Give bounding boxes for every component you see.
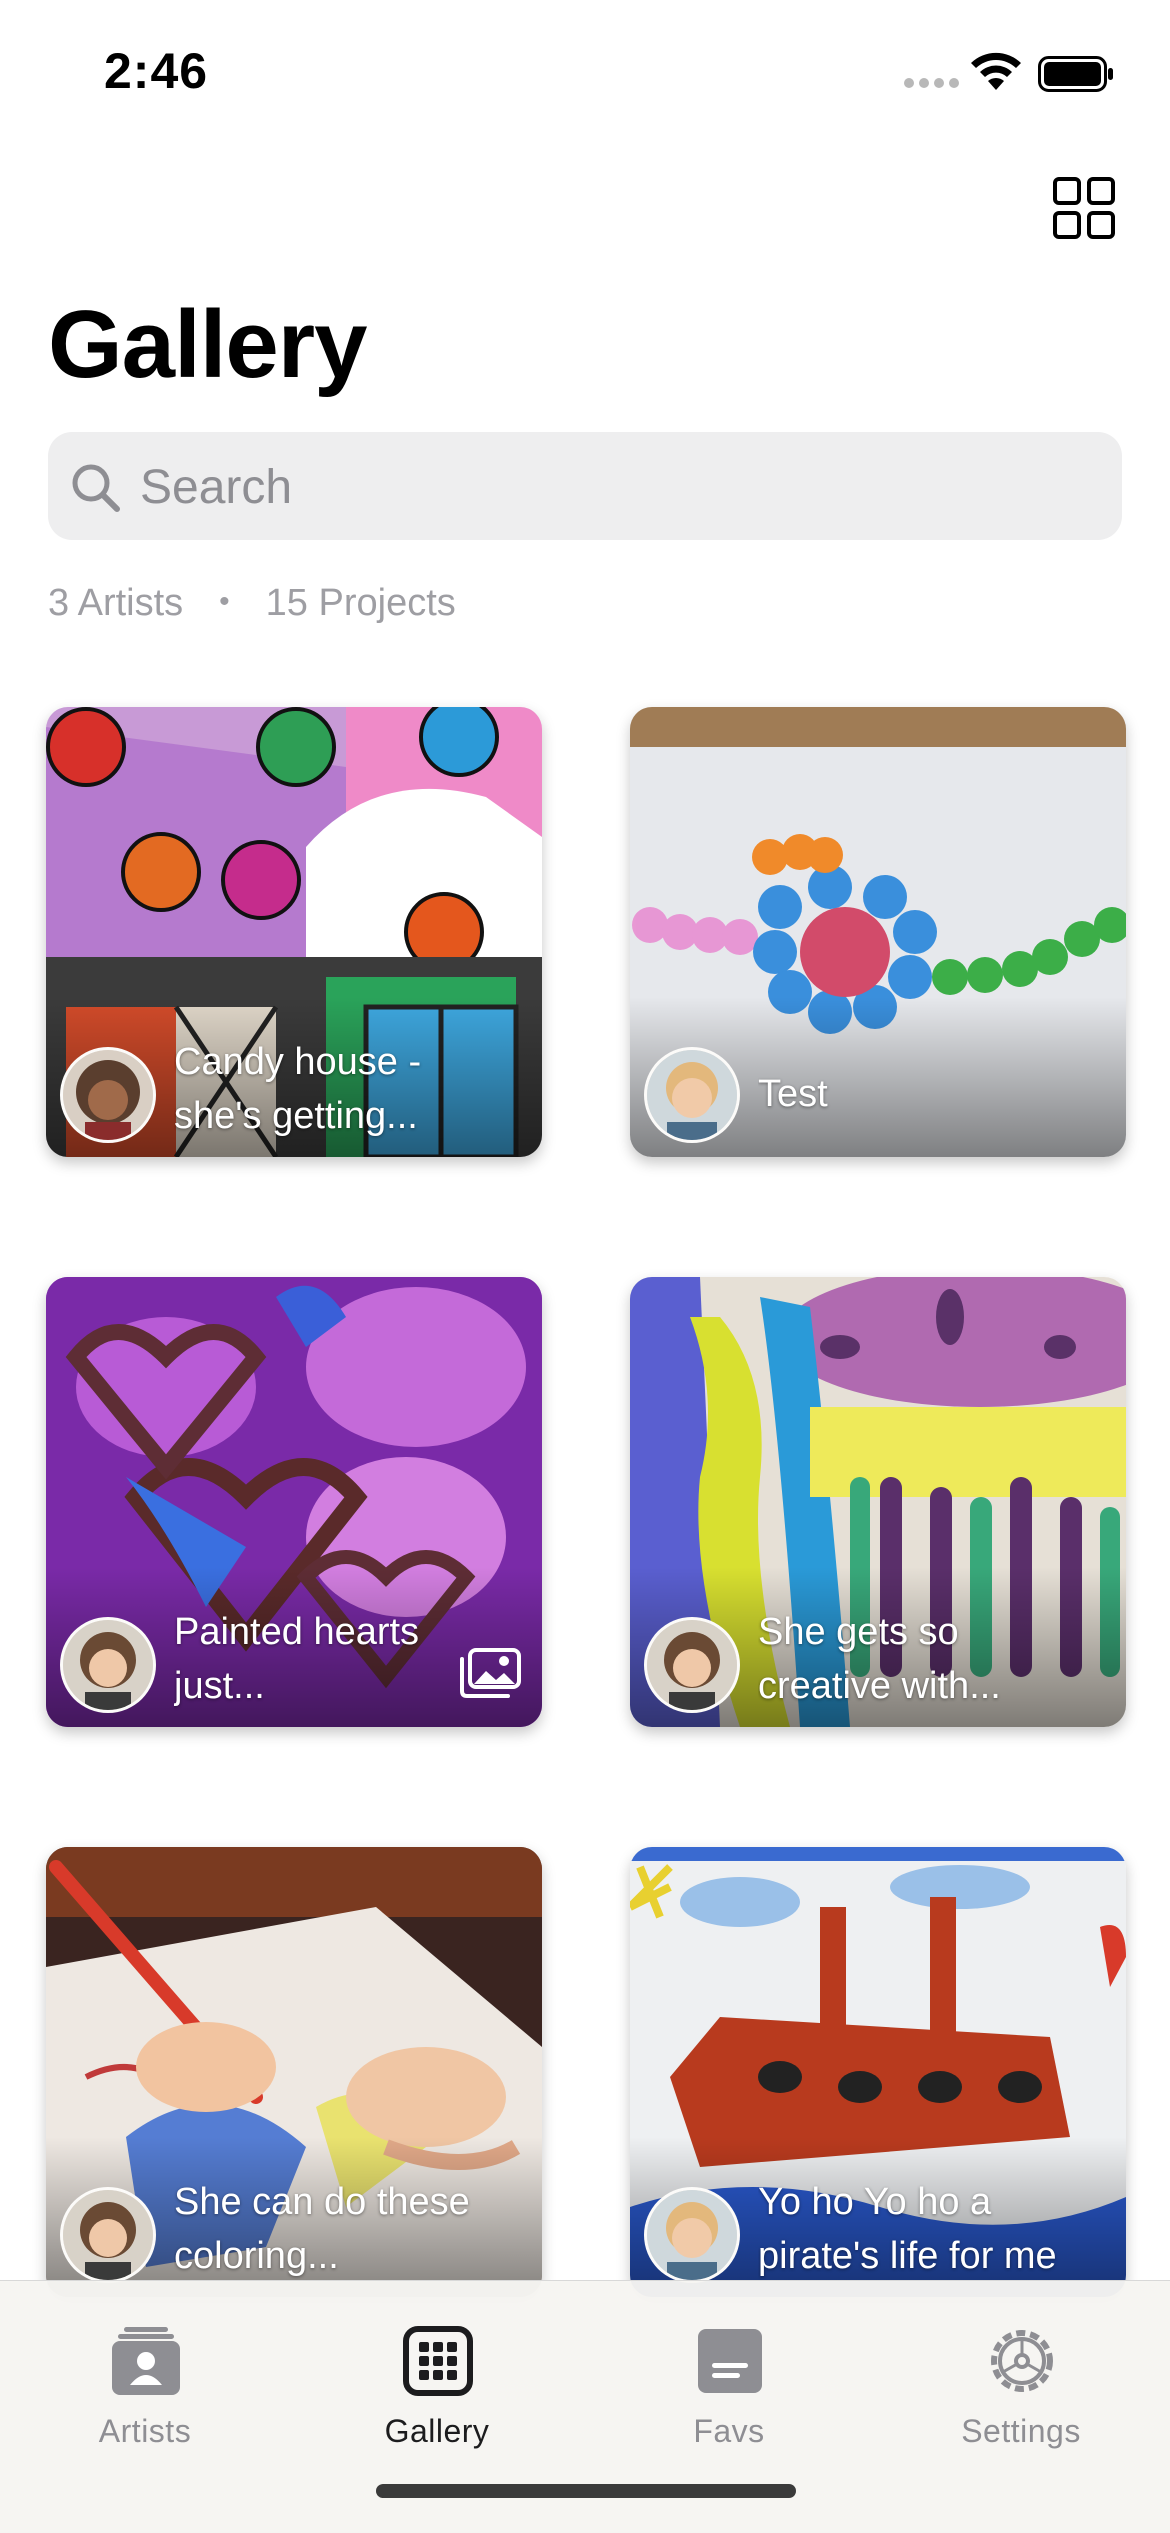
project-card[interactable]: She can do these coloring... xyxy=(46,1847,542,2297)
gallery-summary: 3 Artists • 15 Projects xyxy=(48,582,456,625)
project-card[interactable]: Painted hearts just... xyxy=(46,1277,542,1727)
search-input[interactable] xyxy=(138,432,1102,542)
tab-settings[interactable]: Settings xyxy=(906,2305,1136,2449)
gear-icon xyxy=(991,2330,1053,2392)
battery-icon xyxy=(1038,56,1113,92)
tab-label: Artists xyxy=(98,2413,192,2449)
search-icon xyxy=(72,464,120,512)
summary-separator: • xyxy=(219,585,230,618)
favs-icon xyxy=(698,2329,762,2393)
home-indicator xyxy=(376,2484,796,2498)
artist-avatar xyxy=(60,1047,156,1143)
project-card[interactable]: Test xyxy=(630,707,1126,1157)
tab-label: Settings xyxy=(961,2413,1081,2449)
project-caption: She gets so creative with... xyxy=(758,1611,1001,1707)
project-caption: Candy house - she's getting... xyxy=(174,1041,422,1137)
project-caption: Test xyxy=(758,1073,828,1115)
project-caption: She can do these coloring... xyxy=(174,2181,470,2277)
grid-layout-icon[interactable] xyxy=(1052,176,1116,240)
multiple-photos-icon xyxy=(460,1648,521,1698)
artist-avatar xyxy=(644,1617,740,1713)
artist-avatar xyxy=(60,1617,156,1713)
tab-artists[interactable]: Artists xyxy=(30,2305,260,2449)
projects-count: 15 Projects xyxy=(265,582,456,624)
tab-gallery[interactable]: Gallery xyxy=(322,2305,552,2449)
artists-count: 3 Artists xyxy=(48,582,184,624)
wifi-icon xyxy=(971,52,1021,90)
project-card[interactable]: Candy house - she's getting... xyxy=(46,707,542,1157)
artist-avatar xyxy=(644,2187,740,2283)
search-bar[interactable] xyxy=(48,432,1122,542)
status-time: 2:46 xyxy=(104,43,209,99)
artist-card-icon xyxy=(112,2327,180,2395)
tab-favs[interactable]: Favs xyxy=(614,2305,844,2449)
page-title: Gallery xyxy=(48,291,368,398)
project-card[interactable]: She gets so creative with... xyxy=(630,1277,1126,1727)
cellular-signal-icon xyxy=(904,78,960,92)
artist-avatar xyxy=(60,2187,156,2283)
gallery-grid-icon xyxy=(403,2326,473,2396)
project-card[interactable]: Yo ho Yo ho a pirate's life for me xyxy=(630,1847,1126,2297)
status-bar: 2:46 xyxy=(0,0,1170,150)
tab-label: Favs xyxy=(693,2413,765,2449)
artist-avatar xyxy=(644,1047,740,1143)
project-caption: Yo ho Yo ho a pirate's life for me xyxy=(758,2181,1057,2277)
tab-label: Gallery xyxy=(384,2413,490,2449)
project-caption: Painted hearts just... xyxy=(174,1611,420,1707)
